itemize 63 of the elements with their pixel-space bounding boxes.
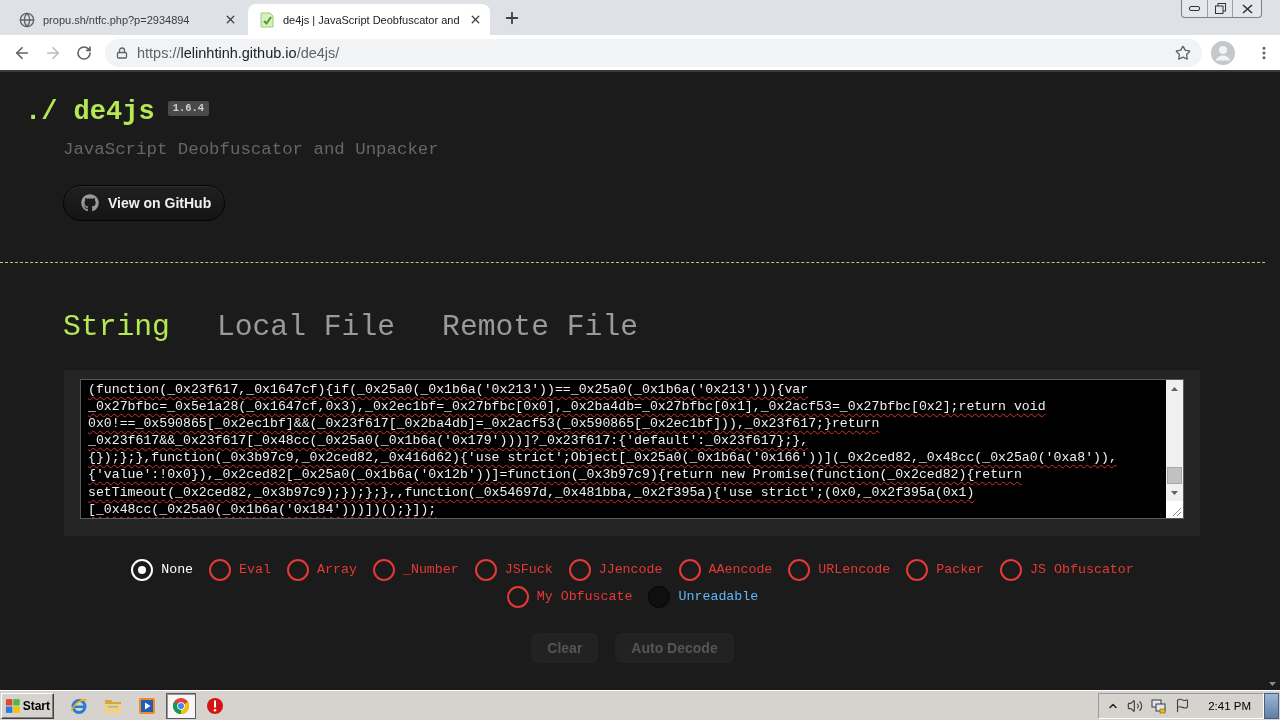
browser-tab[interactable]: de4js | JavaScript Deobfuscator and (248, 4, 490, 35)
start-button[interactable]: Start (1, 692, 54, 719)
scroll-thumb[interactable] (1167, 467, 1182, 484)
globe-icon (19, 11, 35, 28)
speaker-icon[interactable] (1127, 697, 1144, 714)
lock-icon (116, 46, 128, 59)
subtitle: JavaScript Deobfuscator and Unpacker (63, 140, 439, 160)
scroll-up-arrow-icon[interactable] (1171, 386, 1178, 391)
scroll-down-arrow-icon[interactable] (1269, 682, 1276, 686)
warning-icon (206, 696, 224, 715)
clock-text: 2:41 PM (1208, 699, 1251, 712)
option-label: JS Obfuscator (1030, 561, 1134, 579)
radio-button[interactable] (788, 559, 811, 581)
option-label: My Obfuscate (536, 588, 633, 606)
close-icon[interactable] (224, 13, 237, 26)
option-label: Unreadable (678, 588, 759, 606)
github-logo-icon (81, 194, 99, 212)
star-icon[interactable] (1175, 44, 1191, 61)
restore-icon (1214, 3, 1226, 14)
reload-icon[interactable] (75, 44, 92, 61)
radio-button[interactable] (568, 559, 591, 581)
minimize-icon (1189, 6, 1200, 11)
option-label: None (161, 561, 194, 579)
media-player-icon (138, 696, 156, 715)
input-tab[interactable]: Local File (216, 309, 396, 345)
option-label: Packer (936, 561, 985, 579)
browser-tab[interactable]: propu.sh/ntfc.php?p=2934894 (8, 4, 245, 35)
flag-icon[interactable] (1175, 698, 1191, 713)
option-label: Array (317, 561, 357, 579)
input-tab[interactable]: Remote File (442, 309, 639, 345)
new-tab-icon[interactable] (503, 9, 521, 27)
taskbar-app[interactable] (166, 692, 196, 719)
logo-title: ./ de4js (25, 96, 155, 128)
radio-button[interactable] (506, 586, 529, 608)
page-icon (259, 11, 275, 28)
github-button[interactable]: View on GitHub (63, 185, 225, 221)
scrollbar[interactable] (1166, 380, 1183, 518)
chrome-icon (172, 696, 190, 715)
option-label: AAencode (708, 561, 773, 579)
close-icon[interactable] (469, 13, 482, 26)
scroll-down-arrow-icon[interactable] (1171, 490, 1178, 495)
resize-grip-icon[interactable] (1173, 508, 1181, 516)
code-input-field[interactable]: (function(_0x23f617,_0x1647cf){if(_0x25a0(_0x1b6a('0x213'))==_0x25a0(_0x1b6a('0x213'))){var _0x27bfbc=_0x5e1a28(_0x1647cf,0x3),_0x2ec1bf=_0x27bfbc[0x0],_0x2ba4db=_0x27bfbc[0x1],_0x2acf53=_0x27bfbc[0x2];return void 0x0!==_0x590865[_0x2ec1bf]&&(_0x23f617[_0x2ba4db]=_0x2acf53(_0x590865[_0x2ec1bf])),_0x23f617;}return _0x23f617&&_0x23f617[_0x48cc(_0x25a0(_0x1b6a('0x179')))]?_0x23f617:{'default':_0x23f617};}, {});};},function(_0x3b97c9,_0x2ced82,_0x416d62){'use strict';Object[_0x25a0(_0x1b6a('0x166'))](_0x2ced82,_0x48cc(_0x25a0('0xa8')), {'value':!0x0}),_0x2ced82[_0x25a0(_0x1b6a('0x12b'))]=function(_0x3b97c9){return new Promise(function(_0x2ced82){return setTimeout(_0x2ced82,_0x3b97c9);});};},,function(_0x54697d,_0x481bba,_0x2f395a){'use strict';(0x0,_0x2f395a(0x1) [_0x48cc(_0x25a0(_0x1b6a('0x184')))])();}]); (80, 379, 1184, 519)
option-label: JJencode (598, 561, 663, 579)
radio-button[interactable] (1000, 559, 1023, 581)
radio-button[interactable] (474, 559, 497, 581)
show-desktop-button[interactable] (1264, 692, 1279, 719)
option-label: Eval (239, 561, 271, 579)
radio-button[interactable] (209, 559, 232, 581)
option-label: URLencode (818, 561, 891, 579)
address-bar[interactable]: https://lelinhtinh.github.io/de4js/ (105, 38, 1202, 67)
radio-button[interactable] (287, 559, 309, 581)
radio-button[interactable] (372, 559, 395, 581)
option-label: _Number (402, 561, 459, 579)
network-icon[interactable] (1151, 697, 1168, 714)
windows-logo-icon (5, 697, 21, 714)
version-badge: 1.6.4 (167, 101, 210, 116)
radio-button[interactable] (678, 559, 701, 581)
option-label: JSFuck (504, 561, 553, 579)
close-icon (1241, 3, 1253, 14)
radio-button[interactable] (906, 559, 929, 581)
input-tab[interactable]: String (63, 309, 170, 345)
internet-explorer-icon (70, 696, 88, 715)
